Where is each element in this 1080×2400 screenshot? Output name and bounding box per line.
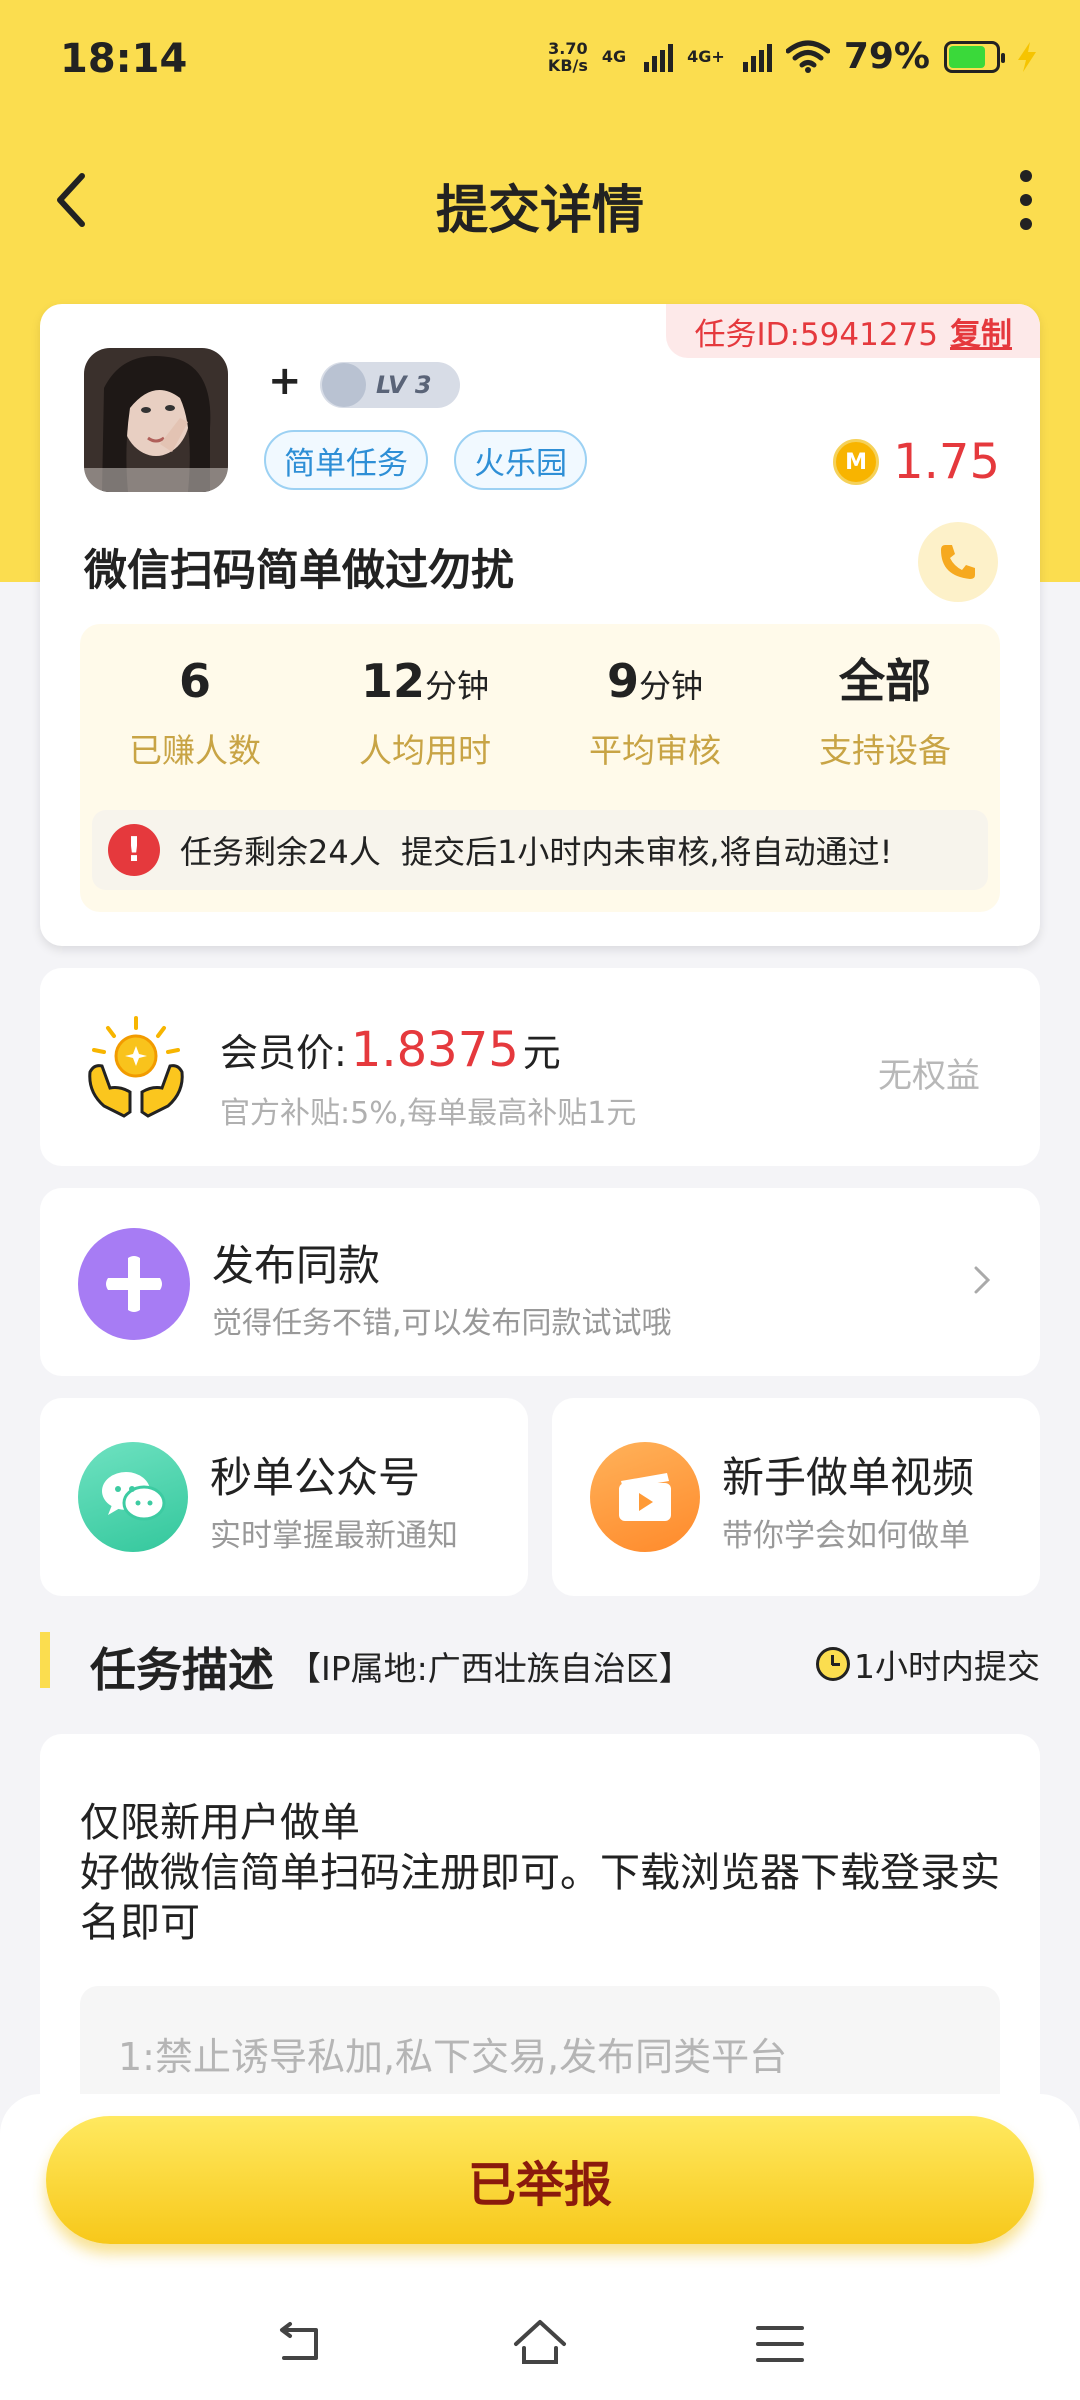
signal-icon — [644, 42, 674, 72]
official-account-card[interactable]: 秒单公众号 实时掌握最新通知 — [40, 1398, 528, 1596]
stat-earned-count: 6 已赚人数 — [129, 654, 261, 770]
coin-icon: M — [833, 439, 880, 485]
section-accent-bar — [40, 1632, 50, 1688]
home-nav-icon[interactable] — [510, 2314, 570, 2374]
task-title: 微信扫码简单做过勿扰 — [84, 546, 514, 596]
battery-percent: 79% — [843, 36, 930, 77]
publish-subtitle: 觉得任务不错,可以发布同款试试哦 — [212, 1306, 672, 1341]
medal-icon — [322, 363, 366, 407]
task-notice: ! 任务剩余24人 提交后1小时内未审核,将自动通过! — [92, 810, 988, 890]
ip-location: 【IP属地:广西壮族自治区】 — [288, 1649, 692, 1688]
back-nav-icon[interactable] — [270, 2314, 330, 2374]
reward-amount: 1.75 — [893, 434, 1000, 490]
member-benefit-status: 无权益 — [878, 1056, 980, 1096]
more-button[interactable] — [1006, 170, 1046, 230]
signal-icon — [742, 42, 772, 72]
network-type-2: 4G+ — [687, 47, 725, 66]
official-account-subtitle: 实时掌握最新通知 — [210, 1518, 458, 1554]
hands-coin-icon — [84, 1016, 188, 1120]
video-icon — [590, 1442, 700, 1552]
stat-devices: 全部 支持设备 — [819, 654, 951, 770]
submit-time-limit: 1小时内提交 — [816, 1640, 1040, 1688]
tag-simple-task[interactable]: 简单任务 — [264, 430, 428, 490]
status-time: 18:14 — [60, 36, 188, 82]
rule-text: 1:禁止诱导私加,私下交易,发布同类平台 — [118, 2035, 788, 2079]
stat-avg-time: 12分钟 人均用时 — [359, 654, 491, 770]
task-id-badge: 任务ID:5941275 复制 — [666, 304, 1040, 358]
task-card: 任务ID:5941275 复制 + LV 3 简单任务 火乐园 M 1.75 微… — [40, 304, 1040, 946]
tutorial-video-subtitle: 带你学会如何做单 — [722, 1518, 970, 1554]
status-bar: 18:14 3.70 KB/s 4G 4G+ 79% — [0, 0, 1080, 120]
phone-button[interactable] — [918, 522, 998, 602]
phone-icon — [941, 545, 975, 579]
nav-header: 提交详情 — [0, 150, 1080, 250]
task-description-card: 仅限新用户做单 好做微信简单扫码注册即可。下载浏览器下载登录实名即可 1:禁止诱… — [40, 1734, 1040, 2146]
publish-title: 发布同款 — [212, 1241, 381, 1290]
plus-sign: + — [268, 358, 302, 404]
reward: M 1.75 — [833, 434, 1000, 490]
page-title: 提交详情 — [435, 181, 644, 241]
level-badge: LV 3 — [320, 362, 460, 408]
copy-button[interactable]: 复制 — [950, 309, 1012, 354]
tag-platform[interactable]: 火乐园 — [454, 430, 587, 490]
menu-nav-icon[interactable] — [750, 2314, 810, 2374]
stat-avg-review: 9分钟 平均审核 — [589, 654, 721, 770]
avatar[interactable] — [84, 348, 228, 492]
member-subsidy: 官方补贴:5%,每单最高补贴1元 — [220, 1096, 637, 1131]
description-text: 仅限新用户做单 好做微信简单扫码注册即可。下载浏览器下载登录实名即可 — [80, 1800, 1000, 1946]
network-type-1: 4G — [601, 47, 627, 66]
task-id: 任务ID:5941275 — [694, 316, 938, 353]
notice-text: 任务剩余24人 提交后1小时内未审核,将自动通过! — [180, 833, 893, 871]
publish-same-card[interactable]: 发布同款 觉得任务不错,可以发布同款试试哦 — [40, 1188, 1040, 1376]
status-icons: 3.70 KB/s 4G 4G+ 79% — [548, 36, 1040, 77]
system-nav-bar — [0, 2314, 1080, 2394]
chevron-right-icon — [974, 1266, 991, 1294]
charging-icon — [1018, 41, 1036, 72]
official-account-title: 秒单公众号 — [210, 1453, 421, 1502]
tutorial-video-title: 新手做单视频 — [722, 1453, 975, 1502]
more-vertical-icon — [1020, 170, 1032, 182]
section-title: 任务描述 — [90, 1643, 274, 1697]
member-unit: 元 — [522, 1031, 561, 1075]
wifi-icon — [785, 40, 830, 73]
plus-icon — [78, 1228, 190, 1340]
bottom-bar: 已举报 — [0, 2094, 1080, 2400]
member-price: 1.8375 — [350, 1022, 519, 1078]
battery-icon — [944, 40, 1005, 73]
member-price-line: 会员价: 1.8375 元 — [220, 1022, 561, 1078]
member-price-card[interactable]: 会员价: 1.8375 元 官方补贴:5%,每单最高补贴1元 无权益 — [40, 968, 1040, 1166]
task-description-header: 任务描述 【IP属地:广西壮族自治区】 1小时内提交 — [40, 1630, 1040, 1697]
level-text: LV 3 — [376, 371, 432, 399]
reported-button[interactable]: 已举报 — [46, 2116, 1034, 2244]
task-stats: 6 已赚人数 12分钟 人均用时 9分钟 平均审核 全部 支持设备 ! 任务剩余… — [80, 624, 1000, 912]
tutorial-video-card[interactable]: 新手做单视频 带你学会如何做单 — [552, 1398, 1040, 1596]
warning-icon: ! — [108, 824, 160, 876]
wechat-icon — [78, 1442, 188, 1552]
network-speed: 3.70 KB/s — [547, 38, 588, 75]
clock-icon — [816, 1647, 850, 1681]
member-label: 会员价: — [220, 1031, 347, 1075]
